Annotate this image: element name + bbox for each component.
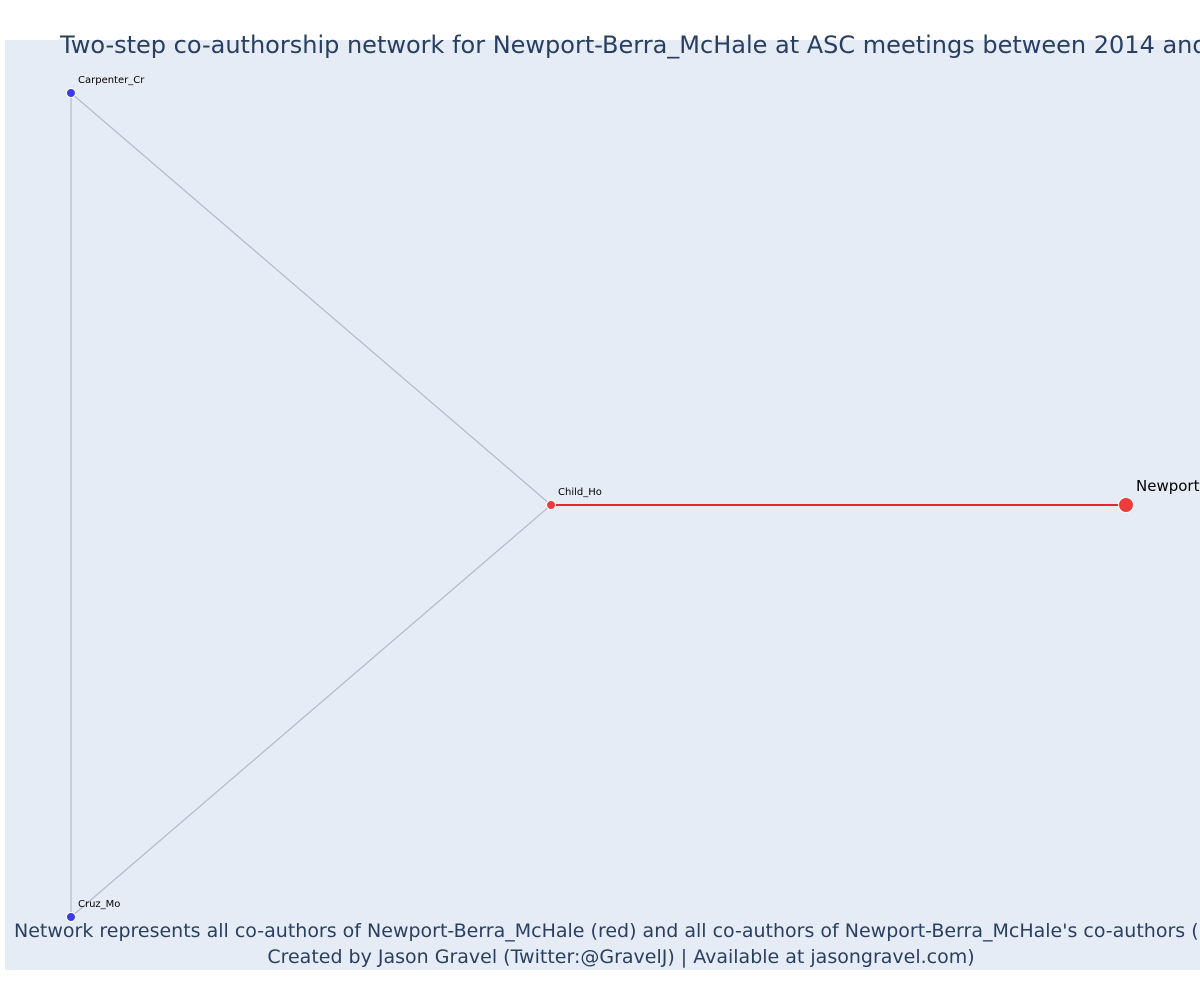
- node-label-newport-berra-mchale: Newport-Berra_McHale: [1136, 477, 1200, 496]
- chart-title: Two-step co-authorship network for Newpo…: [59, 31, 1200, 59]
- network-figure: Newport-Berra_McHale Child_Ho Carpenter_Cr…: [0, 0, 1200, 1000]
- node-label-carpenter-cr: Carpenter_Cr: [78, 75, 145, 86]
- node-label-child-ho: Child_Ho: [558, 487, 602, 498]
- caption-line-2: Created by Jason Gravel (Twitter:@Gravel…: [267, 946, 974, 968]
- node-carpenter-cr[interactable]: [66, 88, 76, 98]
- caption-line-1: Network represents all co-authors of New…: [14, 920, 1200, 942]
- node-child-ho[interactable]: [546, 500, 557, 510]
- node-newport-berra-mchale[interactable]: [1118, 497, 1134, 513]
- network-plot: Newport-Berra_McHale Child_Ho Carpenter_Cr…: [5, 31, 1200, 970]
- node-label-cruz-mo: Cruz_Mo: [78, 899, 120, 910]
